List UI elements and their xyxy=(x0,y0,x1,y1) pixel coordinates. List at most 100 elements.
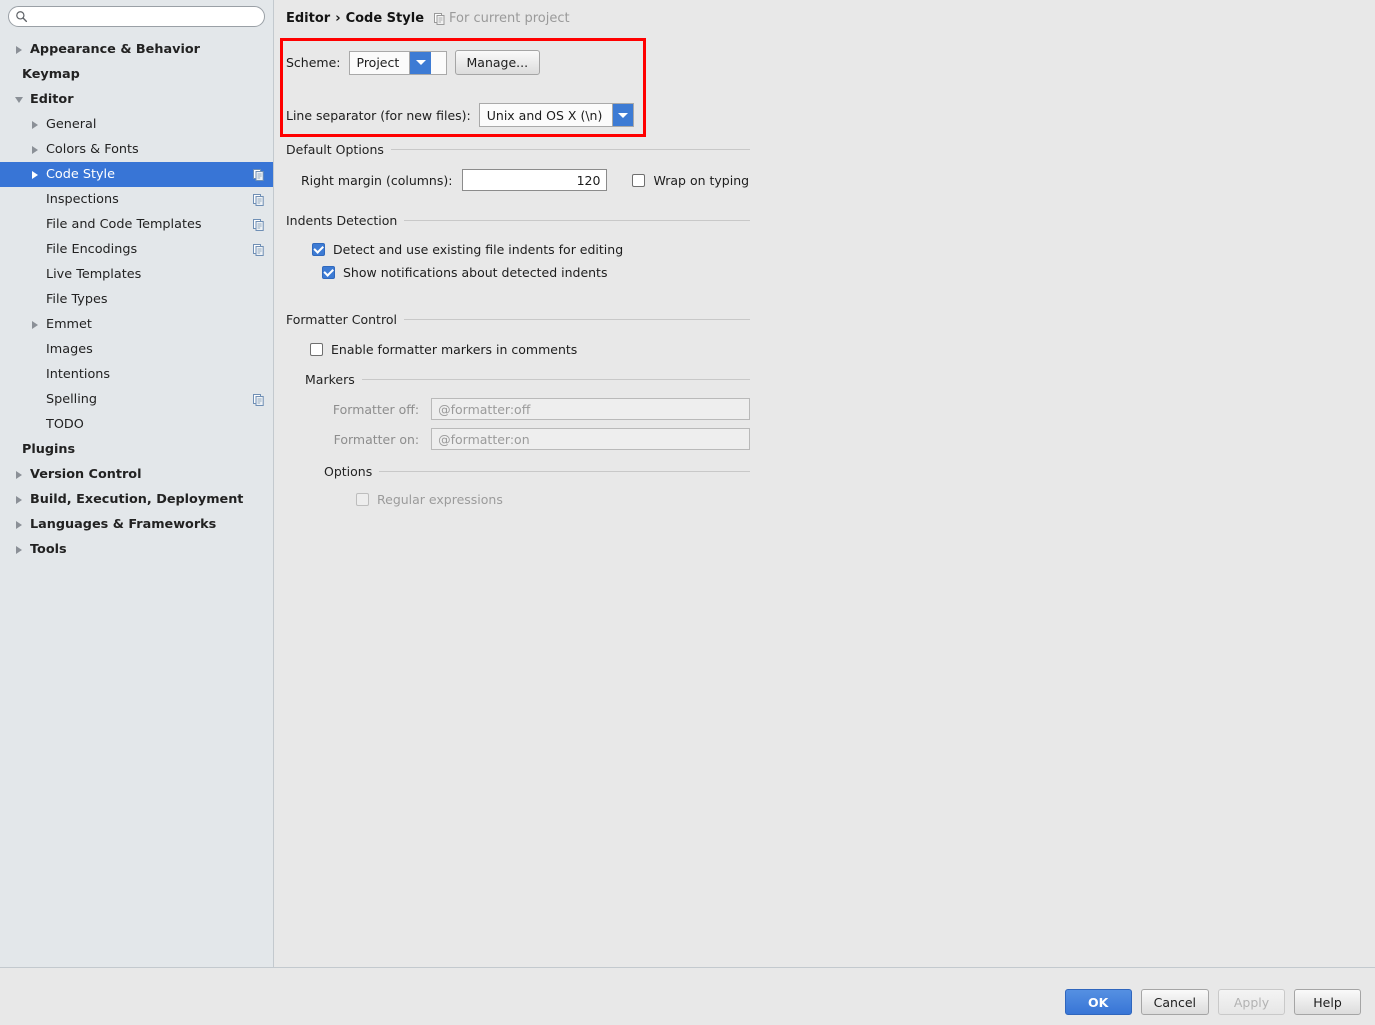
sidebar-search-wrap xyxy=(0,0,273,31)
help-button[interactable]: Help xyxy=(1294,989,1361,1015)
sidebar-item-file-types[interactable]: File Types xyxy=(0,287,273,312)
formatter-on-input[interactable] xyxy=(431,428,750,450)
markers-title-label: Markers xyxy=(305,372,355,387)
sidebar-item-label: General xyxy=(46,117,96,132)
sidebar-item-label: Inspections xyxy=(46,192,119,207)
wrap-on-typing-label[interactable]: Wrap on typing xyxy=(653,173,749,188)
sidebar-item-live-templates[interactable]: Live Templates xyxy=(0,262,273,287)
project-scope-icon xyxy=(253,394,264,406)
sidebar-item-emmet[interactable]: Emmet xyxy=(0,312,273,337)
wrap-on-typing-checkbox[interactable] xyxy=(632,174,645,187)
enable-formatter-markers-checkbox[interactable] xyxy=(310,343,323,356)
project-scope-icon xyxy=(253,219,264,231)
sidebar-item-plugins[interactable]: Plugins xyxy=(0,437,273,462)
breadcrumb-parent[interactable]: Editor xyxy=(286,11,330,26)
dialog-footer: OK Cancel Apply Help xyxy=(0,968,1375,1025)
indents-detection-title-label: Indents Detection xyxy=(286,213,397,228)
footer-buttons: OK Cancel Apply Help xyxy=(1065,989,1361,1015)
sidebar-item-label: Tools xyxy=(30,542,67,557)
sidebar-item-spelling[interactable]: Spelling xyxy=(0,387,273,412)
right-margin-input[interactable] xyxy=(462,169,607,191)
settings-dialog: Appearance & Behavior Keymap Editor General… xyxy=(0,0,1375,1025)
sidebar-item-label: Intentions xyxy=(46,367,110,382)
indents-detection-group: Indents Detection Detect and use existin… xyxy=(286,213,750,280)
ok-button[interactable]: OK xyxy=(1065,989,1132,1015)
regular-expressions-label[interactable]: Regular expressions xyxy=(377,492,503,507)
line-separator-row: Line separator (for new files): Unix and… xyxy=(286,103,634,127)
chevron-down-icon[interactable] xyxy=(612,104,632,126)
sidebar-item-build-execution-deployment[interactable]: Build, Execution, Deployment xyxy=(0,487,273,512)
sidebar-item-intentions[interactable]: Intentions xyxy=(0,362,273,387)
chevron-right-icon[interactable] xyxy=(28,171,42,179)
enable-formatter-markers-label[interactable]: Enable formatter markers in comments xyxy=(331,342,577,357)
breadcrumb-separator: › xyxy=(335,11,340,26)
show-notifications-checkbox[interactable] xyxy=(322,266,335,279)
formatter-control-group: Formatter Control Enable formatter marke… xyxy=(286,312,750,507)
project-scope-icon xyxy=(253,194,264,206)
sidebar-item-code-style[interactable]: Code Style xyxy=(0,162,273,187)
default-options-title: Default Options xyxy=(286,142,750,157)
chevron-right-icon[interactable] xyxy=(12,521,26,529)
markers-title: Markers xyxy=(305,372,750,387)
chevron-right-icon[interactable] xyxy=(28,321,42,329)
sidebar-item-keymap[interactable]: Keymap xyxy=(0,62,273,87)
sidebar-item-inspections[interactable]: Inspections xyxy=(0,187,273,212)
group-divider xyxy=(391,149,750,150)
group-divider xyxy=(404,319,750,320)
search-box[interactable] xyxy=(8,6,265,27)
scheme-combo[interactable]: Project xyxy=(349,51,447,75)
sidebar-item-general[interactable]: General xyxy=(0,112,273,137)
options-title: Options xyxy=(324,464,750,479)
sidebar-item-label: Build, Execution, Deployment xyxy=(30,492,243,507)
options-subgroup: Options Regular expressions xyxy=(324,464,750,507)
sidebar-item-languages-frameworks[interactable]: Languages & Frameworks xyxy=(0,512,273,537)
sidebar-item-images[interactable]: Images xyxy=(0,337,273,362)
sidebar-item-colors-fonts[interactable]: Colors & Fonts xyxy=(0,137,273,162)
chevron-right-icon[interactable] xyxy=(12,471,26,479)
show-notifications-row: Show notifications about detected indent… xyxy=(322,265,750,280)
sidebar-item-file-and-code-templates[interactable]: File and Code Templates xyxy=(0,212,273,237)
sidebar-item-label: Editor xyxy=(30,92,74,107)
formatter-off-input[interactable] xyxy=(431,398,750,420)
line-separator-value: Unix and OS X (\n) xyxy=(480,104,613,126)
breadcrumb-note-label: For current project xyxy=(449,11,570,26)
chevron-down-icon[interactable] xyxy=(12,97,26,103)
sidebar-item-label: File Types xyxy=(46,292,108,307)
settings-tree: Appearance & Behavior Keymap Editor General… xyxy=(0,37,273,562)
detect-indents-checkbox[interactable] xyxy=(312,243,325,256)
search-input[interactable] xyxy=(28,8,264,25)
scheme-row: Scheme: Project Manage... xyxy=(286,50,540,75)
chevron-right-icon[interactable] xyxy=(28,121,42,129)
manage-schemes-button[interactable]: Manage... xyxy=(455,50,541,75)
sidebar-item-file-encodings[interactable]: File Encodings xyxy=(0,237,273,262)
project-scope-icon xyxy=(253,244,264,256)
group-divider xyxy=(362,379,750,380)
regular-expressions-checkbox[interactable] xyxy=(356,493,369,506)
line-separator-combo[interactable]: Unix and OS X (\n) xyxy=(479,103,634,127)
sidebar-item-version-control[interactable]: Version Control xyxy=(0,462,273,487)
chevron-right-icon[interactable] xyxy=(12,46,26,54)
sidebar-item-appearance-behavior[interactable]: Appearance & Behavior xyxy=(0,37,273,62)
show-notifications-label[interactable]: Show notifications about detected indent… xyxy=(343,265,607,280)
settings-content-pane: Editor › Code Style For current project … xyxy=(275,0,1375,967)
chevron-down-icon[interactable] xyxy=(409,52,431,74)
sidebar-item-label: Colors & Fonts xyxy=(46,142,139,157)
detect-indents-label[interactable]: Detect and use existing file indents for… xyxy=(333,242,623,257)
sidebar-item-label: Keymap xyxy=(22,67,80,82)
sidebar-item-label: File and Code Templates xyxy=(46,217,202,232)
sidebar-item-tools[interactable]: Tools xyxy=(0,537,273,562)
group-divider xyxy=(379,471,750,472)
apply-button[interactable]: Apply xyxy=(1218,989,1285,1015)
cancel-button[interactable]: Cancel xyxy=(1141,989,1209,1015)
sidebar-item-todo[interactable]: TODO xyxy=(0,412,273,437)
line-separator-label: Line separator (for new files): xyxy=(286,108,471,123)
sidebar-item-editor[interactable]: Editor xyxy=(0,87,273,112)
scheme-combo-value: Project xyxy=(350,52,410,74)
sidebar-item-label: Spelling xyxy=(46,392,97,407)
chevron-right-icon[interactable] xyxy=(12,496,26,504)
project-scope-icon xyxy=(434,13,445,25)
enable-formatter-markers-row: Enable formatter markers in comments xyxy=(310,342,750,357)
chevron-right-icon[interactable] xyxy=(12,546,26,554)
formatter-control-title: Formatter Control xyxy=(286,312,750,327)
chevron-right-icon[interactable] xyxy=(28,146,42,154)
